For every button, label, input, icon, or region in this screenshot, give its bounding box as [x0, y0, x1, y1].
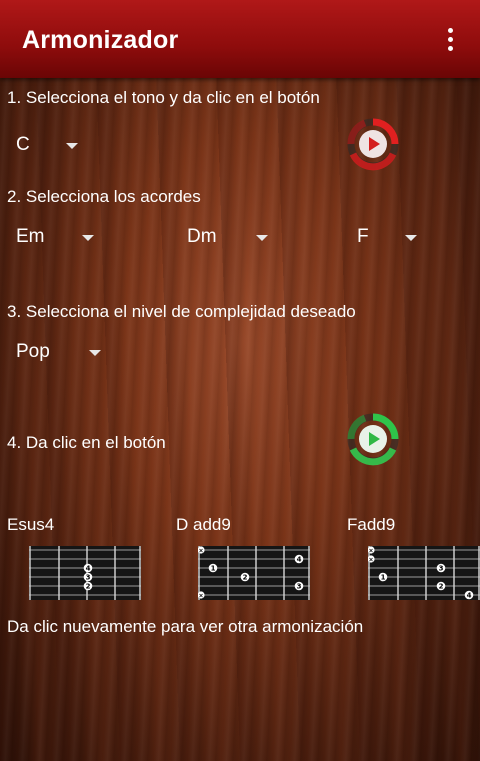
step1-label: 1. Selecciona el tono y da clic en el bo…: [7, 88, 320, 107]
chord-select-3[interactable]: F: [357, 222, 427, 252]
key-select[interactable]: C: [16, 130, 86, 160]
dropdown-arrow-icon: [256, 235, 268, 241]
finger-label: 4: [297, 556, 302, 564]
chord-diagram-esus4: 4 3 2: [29, 546, 141, 600]
finger-label: 2: [86, 583, 91, 591]
finger-label: 2: [243, 574, 248, 582]
chord-select-2-value: Dm: [187, 226, 217, 247]
app-bar: Armonizador: [0, 0, 480, 78]
dropdown-arrow-icon: [66, 143, 78, 149]
chord-select-3-value: F: [357, 226, 369, 247]
chord-name-1: Esus4: [7, 515, 55, 534]
step3-label: 3. Selecciona el nivel de complejidad de…: [7, 302, 356, 321]
dropdown-arrow-icon: [82, 235, 94, 241]
step4-label: 4. Da clic en el botón: [7, 433, 166, 452]
finger-label: 1: [211, 565, 216, 573]
svg-text:×: ×: [368, 556, 373, 563]
chord-select-1[interactable]: Em: [16, 222, 106, 252]
chord-select-1-value: Em: [16, 226, 45, 247]
finger-label: 3: [86, 574, 91, 582]
harmonize-play-button[interactable]: [345, 411, 401, 467]
svg-text:×: ×: [198, 592, 203, 599]
more-vert-icon[interactable]: [440, 26, 460, 54]
finger-label: 3: [297, 583, 302, 591]
chord-name-3: Fadd9: [347, 515, 396, 534]
finger-label: 2: [439, 583, 444, 591]
svg-text:×: ×: [368, 547, 373, 554]
step2-label: 2. Selecciona los acordes: [7, 187, 201, 206]
chord-name-2: D add9: [176, 515, 231, 534]
finger-label: 3: [439, 565, 444, 573]
finger-label: 4: [86, 565, 91, 573]
finger-label: 4: [467, 592, 472, 600]
complexity-select-value: Pop: [16, 341, 50, 362]
key-play-button[interactable]: [345, 116, 401, 172]
complexity-select[interactable]: Pop: [16, 337, 111, 367]
app-title: Armonizador: [22, 26, 179, 54]
footer-hint: Da clic nuevamente para ver otra armoniz…: [7, 617, 364, 636]
dropdown-arrow-icon: [89, 350, 101, 356]
chord-diagram-dadd9: × × 1 2 4 3: [198, 546, 310, 600]
key-select-value: C: [16, 134, 30, 155]
chord-select-2[interactable]: Dm: [187, 222, 277, 252]
dropdown-arrow-icon: [405, 235, 417, 241]
svg-text:×: ×: [198, 547, 203, 554]
chord-diagram-fadd9: × × 1 3 2 4: [368, 546, 480, 600]
finger-label: 1: [381, 574, 386, 582]
